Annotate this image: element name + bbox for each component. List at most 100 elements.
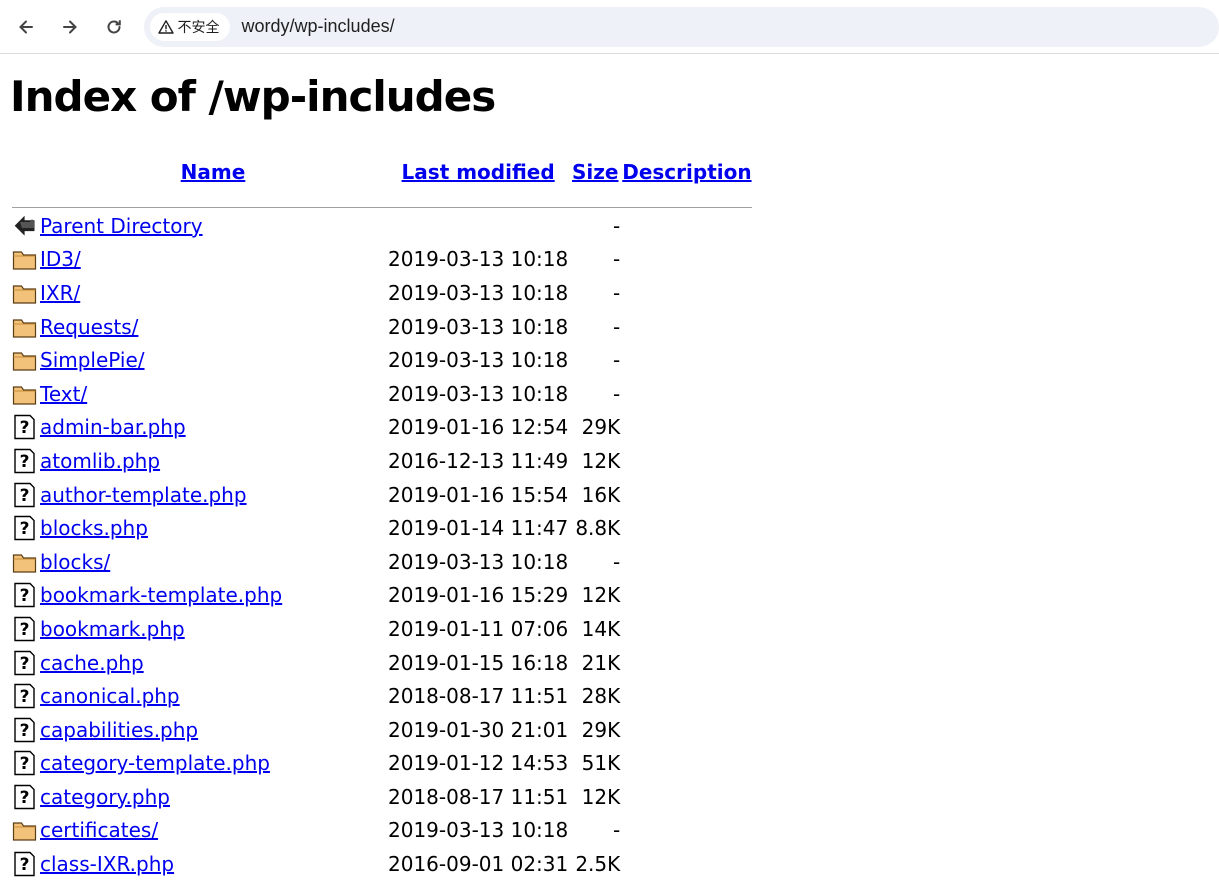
description-cell (622, 479, 751, 511)
name-header: Name (40, 156, 386, 188)
file-link[interactable]: category-template.php (40, 751, 270, 775)
size-cell: 12K (581, 784, 621, 809)
size-cell: 14K (581, 616, 621, 641)
file-link[interactable]: blocks/ (40, 550, 110, 574)
table-row: ? atomlib.php 2016-12-13 11:49 12K (12, 445, 752, 477)
last-modified-cell: 2019-01-12 14:53 (388, 751, 569, 776)
table-row: ? author-template.php 2019-01-16 15:54 16K (12, 479, 752, 511)
size-cell: - (613, 818, 621, 843)
last-modified-cell: 2018-08-17 11:51 (388, 684, 569, 709)
svg-text:?: ? (20, 855, 30, 875)
last-modified-cell: 2019-01-16 15:29 (388, 583, 569, 608)
size-cell: - (613, 314, 621, 339)
size-cell: 28K (581, 684, 621, 709)
size-cell: 29K (581, 415, 621, 440)
description-cell (622, 512, 751, 544)
unknown-file-icon: ? (12, 650, 38, 676)
last-modified-cell (388, 210, 568, 242)
unknown-file-icon: ? (12, 717, 38, 743)
last-modified-cell: 2019-03-13 10:18 (388, 280, 569, 305)
security-chip[interactable]: 不安全 (149, 12, 230, 41)
size-cell: - (613, 348, 621, 373)
file-link[interactable]: ID3/ (40, 247, 81, 271)
size-cell: - (613, 213, 621, 238)
sort-by-size-link[interactable]: Size (572, 160, 618, 184)
file-link[interactable]: bookmark.php (40, 617, 185, 641)
forward-button[interactable] (52, 9, 88, 45)
table-row: certificates/2019-03-13 10:18 - (12, 815, 752, 847)
file-table: Name Last modified Size Description Pare… (10, 154, 754, 882)
file-link[interactable]: category.php (40, 785, 170, 809)
sort-by-description-link[interactable]: Description (622, 160, 751, 184)
file-link[interactable]: admin-bar.php (40, 415, 186, 439)
reload-icon (107, 19, 121, 33)
file-link[interactable]: Parent Directory (40, 214, 203, 238)
file-link[interactable]: capabilities.php (40, 718, 198, 742)
table-row: ? admin-bar.php 2019-01-16 12:54 29K (12, 412, 752, 444)
file-link[interactable]: certificates/ (40, 818, 158, 842)
browser-toolbar: 不安全 wordy/wp-includes/ (0, 0, 1219, 54)
folder-icon (12, 247, 38, 271)
last-modified-cell: 2016-12-13 11:49 (388, 448, 569, 473)
size-header: Size (570, 156, 620, 188)
description-cell (622, 311, 751, 343)
reload-button[interactable] (96, 9, 132, 45)
size-cell: - (613, 247, 621, 272)
table-row: Requests/2019-03-13 10:18 - (12, 311, 752, 343)
description-header: Description (622, 156, 751, 188)
svg-text:?: ? (20, 418, 30, 438)
last-modified-cell: 2019-03-13 10:18 (388, 247, 569, 272)
last-modified-cell: 2018-08-17 11:51 (388, 784, 569, 809)
table-row: ? canonical.php 2018-08-17 11:51 28K (12, 680, 752, 712)
description-cell (622, 815, 751, 847)
description-cell (622, 445, 751, 477)
table-row: ? bookmark-template.php 2019-01-16 15:29 12… (12, 580, 752, 612)
table-row: ? bookmark.php 2019-01-11 07:06 14K (12, 613, 752, 645)
file-link[interactable]: atomlib.php (40, 449, 160, 473)
last-modified-header: Last modified (388, 156, 568, 188)
folder-icon (12, 281, 38, 305)
security-label: 不安全 (177, 19, 220, 36)
description-cell (622, 277, 751, 309)
table-row: ? cache.php 2019-01-15 16:18 21K (12, 647, 752, 679)
last-modified-cell: 2019-01-16 12:54 (388, 415, 569, 440)
description-cell (622, 244, 751, 276)
file-link[interactable]: IXR/ (40, 281, 80, 305)
file-link[interactable]: class-IXR.php (40, 852, 174, 876)
file-link[interactable]: Text/ (40, 382, 87, 406)
file-link[interactable]: author-template.php (40, 483, 247, 507)
address-bar[interactable]: 不安全 wordy/wp-includes/ (143, 6, 1219, 47)
sort-by-date-link[interactable]: Last modified (402, 160, 555, 184)
description-cell (622, 546, 751, 578)
last-modified-cell: 2016-09-01 02:31 (388, 852, 569, 877)
folder-icon (12, 818, 38, 842)
table-row: ? category-template.php 2019-01-12 14:53 51… (12, 748, 752, 780)
file-link[interactable]: bookmark-template.php (40, 583, 282, 607)
file-link[interactable]: SimplePie/ (40, 348, 145, 372)
table-row: Parent Directory - (12, 210, 752, 242)
folder-icon (12, 348, 38, 372)
size-cell: 29K (581, 717, 621, 742)
last-modified-cell: 2019-01-14 11:47 (388, 516, 569, 541)
unknown-file-icon: ? (12, 582, 38, 608)
folder-icon (12, 550, 38, 574)
size-cell: 8.8K (575, 516, 621, 541)
url-text[interactable]: wordy/wp-includes/ (242, 16, 395, 37)
file-link[interactable]: Requests/ (40, 315, 138, 339)
icon-header (12, 156, 38, 188)
size-cell: 12K (581, 448, 621, 473)
sort-by-name-link[interactable]: Name (181, 160, 246, 184)
file-link[interactable]: canonical.php (40, 684, 180, 708)
table-row: ? blocks.php 2019-01-14 11:47 8.8K (12, 512, 752, 544)
file-link[interactable]: cache.php (40, 651, 144, 675)
size-cell: 12K (581, 583, 621, 608)
svg-text:?: ? (20, 654, 30, 674)
last-modified-cell: 2019-03-13 10:18 (388, 818, 569, 843)
back-button[interactable] (8, 9, 44, 45)
svg-text:?: ? (20, 486, 30, 506)
description-cell (622, 412, 751, 444)
file-link[interactable]: blocks.php (40, 516, 148, 540)
table-row: ? class-IXR.php 2016-09-01 02:31 2.5K (12, 848, 752, 880)
arrow-left-icon (19, 20, 33, 33)
size-cell: 21K (581, 650, 621, 675)
